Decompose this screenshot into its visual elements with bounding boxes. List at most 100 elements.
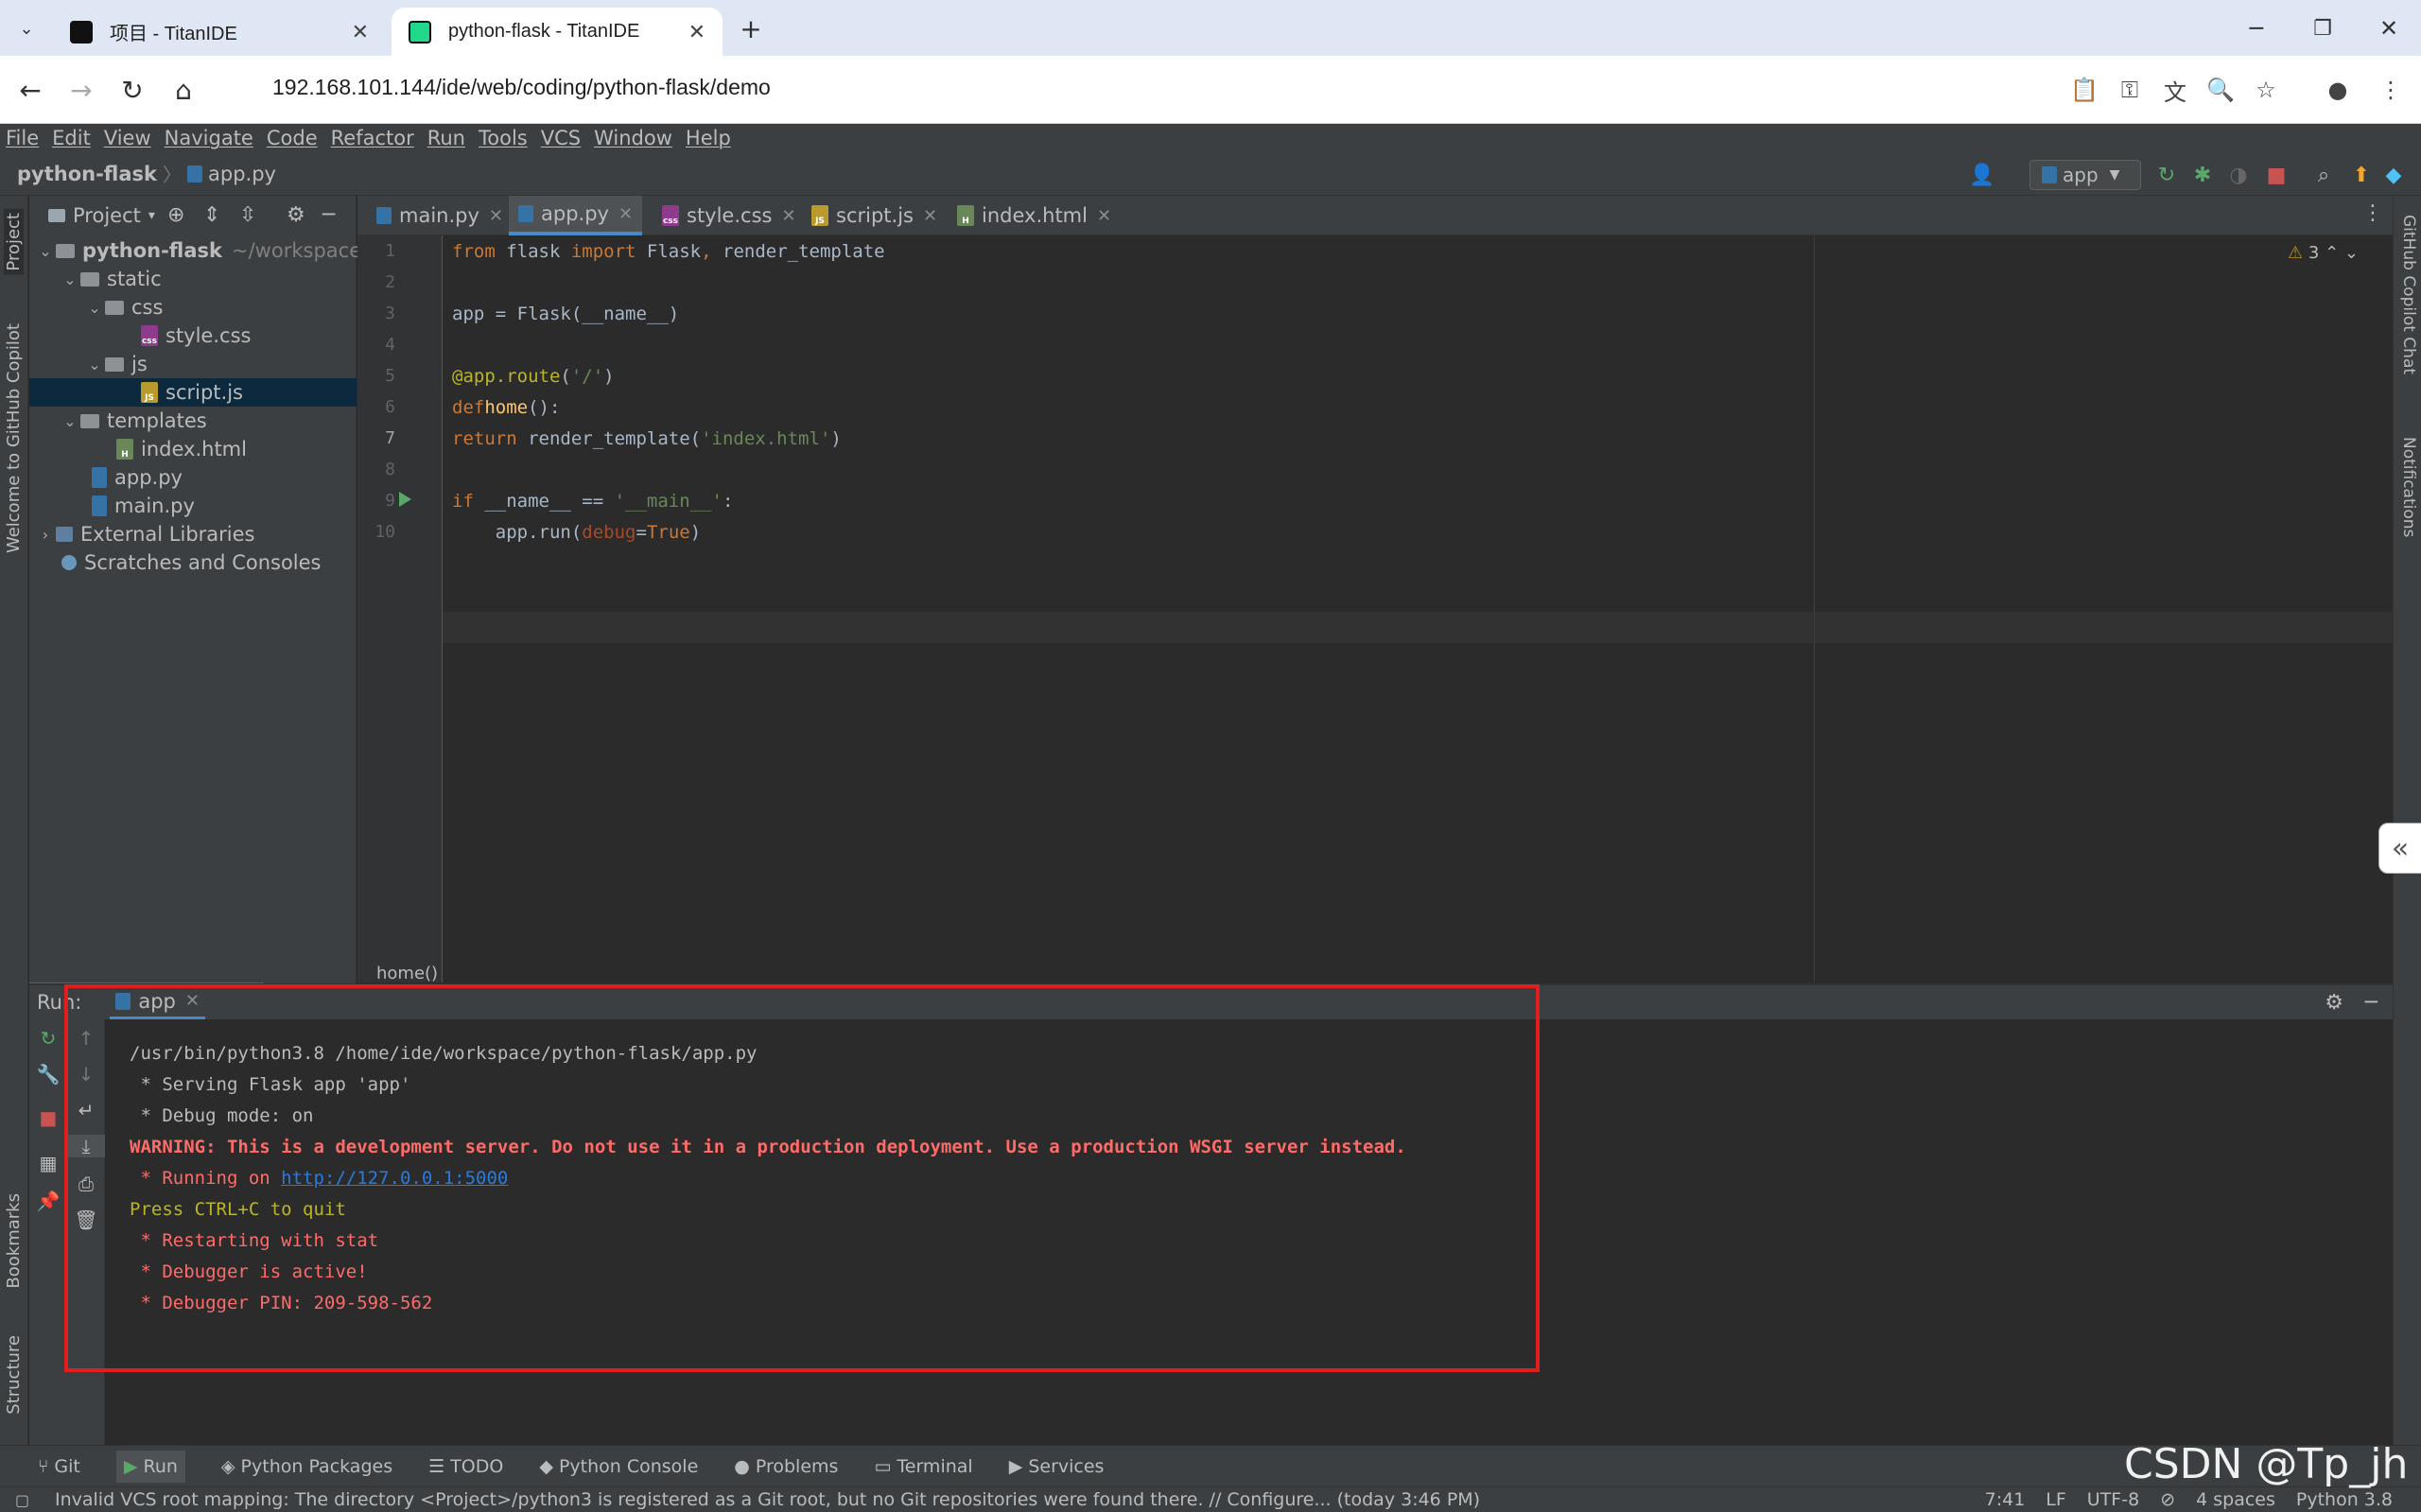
tool-tab-todo[interactable]: ☰ TODO xyxy=(428,1456,503,1477)
wrench-icon[interactable]: 🔧 xyxy=(29,1063,67,1086)
breadcrumb-project[interactable]: python-flask xyxy=(17,163,157,185)
locate-file-icon[interactable]: ⊕ xyxy=(167,203,184,227)
breadcrumb-file[interactable]: app.py xyxy=(208,163,276,185)
zoom-icon[interactable]: 🔍 xyxy=(2200,69,2241,111)
tree-item-style-css[interactable]: css style.css xyxy=(29,322,357,350)
rerun-icon[interactable]: ↻ xyxy=(2151,159,2183,191)
tree-item-scratches[interactable]: Scratches and Consoles xyxy=(29,548,357,577)
tree-item-templates[interactable]: ⌄ templates xyxy=(29,407,357,435)
tool-tab-problems[interactable]: ● Problems xyxy=(734,1456,838,1477)
tab-style-css[interactable]: css style.css ✕ xyxy=(653,196,806,235)
close-icon[interactable]: ✕ xyxy=(688,20,705,44)
password-key-icon[interactable]: ⚿ xyxy=(2109,69,2151,111)
tree-item-script-js[interactable]: JS script.js xyxy=(29,378,357,407)
code-breadcrumb[interactable]: home() xyxy=(376,964,438,983)
chevron-up-icon[interactable]: ⌃ xyxy=(2325,243,2339,263)
forward-arrow-icon[interactable]: → xyxy=(61,69,102,111)
chevron-down-icon[interactable]: ▾ xyxy=(148,208,155,223)
menu-file[interactable]: File xyxy=(6,127,39,149)
copilot-chat-tool-button[interactable]: GitHub Copilot Chat xyxy=(2399,215,2418,374)
tool-tab-python-console[interactable]: ◆ Python Console xyxy=(539,1456,698,1477)
gear-icon[interactable]: ⚙ xyxy=(287,203,305,227)
tab-script-js[interactable]: JS script.js ✕ xyxy=(802,196,947,235)
menu-help[interactable]: Help xyxy=(686,127,731,149)
line-separator[interactable]: LF xyxy=(2046,1489,2066,1510)
bookmark-star-icon[interactable]: ☆ xyxy=(2245,69,2287,111)
tree-item-project-root[interactable]: ⌄ python-flask ~/workspace xyxy=(29,236,361,265)
tool-tab-python-packages[interactable]: ◈ Python Packages xyxy=(221,1456,392,1477)
menu-navigate[interactable]: Navigate xyxy=(165,127,253,149)
home-icon[interactable]: ⌂ xyxy=(163,69,204,111)
run-configuration-select[interactable]: app ▼ xyxy=(2029,160,2141,190)
back-arrow-icon[interactable]: ← xyxy=(9,69,51,111)
menu-edit[interactable]: Edit xyxy=(52,127,91,149)
expand-all-icon[interactable]: ⇕ xyxy=(203,203,220,227)
bookmarks-tool-button[interactable]: Bookmarks xyxy=(4,1193,24,1289)
menu-refactor[interactable]: Refactor xyxy=(331,127,414,149)
user-icon[interactable]: 👤 xyxy=(1963,159,2001,191)
close-icon[interactable]: ✕ xyxy=(489,206,503,226)
tree-item-main-py[interactable]: main.py xyxy=(29,492,357,520)
caret-position[interactable]: 7:41 xyxy=(1985,1489,2026,1510)
rerun-icon[interactable]: ↻ xyxy=(29,1027,67,1050)
tree-item-css[interactable]: ⌄ css xyxy=(29,293,357,322)
readonly-lock-icon[interactable]: ⊘ xyxy=(2160,1489,2175,1510)
restore-window-icon[interactable]: ❐ xyxy=(2302,8,2343,49)
structure-tool-button[interactable]: Structure xyxy=(4,1335,24,1415)
tool-tab-git[interactable]: ⑂ Git xyxy=(38,1456,80,1477)
profile-avatar-icon[interactable]: ● xyxy=(2317,69,2359,111)
status-window-icon[interactable]: ▢ xyxy=(15,1491,29,1509)
update-icon[interactable]: ⬆ xyxy=(2345,159,2377,191)
menu-tools[interactable]: Tools xyxy=(479,127,528,149)
tab-main-py[interactable]: main.py ✕ xyxy=(367,196,513,235)
reload-icon[interactable]: ↻ xyxy=(112,69,153,111)
tab-index-html[interactable]: H index.html ✕ xyxy=(948,196,1121,235)
indent-setting[interactable]: 4 spaces xyxy=(2196,1489,2275,1510)
site-info-icon[interactable] xyxy=(225,69,253,111)
stop-icon[interactable]: ■ xyxy=(29,1106,67,1129)
tree-item-app-py[interactable]: app.py xyxy=(29,463,357,492)
hide-panel-icon[interactable]: ─ xyxy=(322,203,335,227)
menu-vcs[interactable]: VCS xyxy=(541,127,581,149)
run-gutter-icon[interactable] xyxy=(399,492,411,507)
tab-search-chevron-icon[interactable]: ⌄ xyxy=(6,8,47,49)
notifications-tool-button[interactable]: Notifications xyxy=(2399,437,2418,537)
browser-menu-icon[interactable]: ⋮ xyxy=(2370,69,2412,111)
collapse-double-chevron-icon[interactable]: « xyxy=(2378,823,2421,874)
tree-item-js[interactable]: ⌄ js xyxy=(29,350,357,378)
project-panel-title[interactable]: Project xyxy=(73,204,141,227)
layout-icon[interactable]: ▦ xyxy=(29,1152,67,1174)
collapse-all-icon[interactable]: ⇳ xyxy=(239,203,256,227)
browser-tab-projects[interactable]: 项目 - TitanIDE ✕ xyxy=(53,8,386,56)
project-tool-button[interactable]: Project xyxy=(4,209,24,275)
tree-item-static[interactable]: ⌄ static xyxy=(29,265,357,293)
menu-view[interactable]: View xyxy=(104,127,151,149)
close-icon[interactable]: ✕ xyxy=(352,20,369,44)
gear-icon[interactable]: ⚙ xyxy=(2325,991,2343,1015)
new-tab-plus-icon[interactable]: + xyxy=(730,8,772,49)
tool-tab-services[interactable]: ▶ Services xyxy=(1009,1456,1105,1477)
minimize-window-icon[interactable]: ─ xyxy=(2236,8,2277,49)
close-icon[interactable]: ✕ xyxy=(781,206,795,226)
tree-item-external-libraries[interactable]: › External Libraries xyxy=(29,520,357,548)
debug-bug-icon[interactable]: ✱ xyxy=(2186,159,2219,191)
tree-item-index-html[interactable]: H index.html xyxy=(29,435,357,463)
status-message[interactable]: Invalid VCS root mapping: The directory … xyxy=(55,1489,1480,1510)
close-icon[interactable]: ✕ xyxy=(923,206,937,226)
clipboard-icon[interactable]: 📋 xyxy=(2064,69,2105,111)
python-interpreter[interactable]: Python 3.8 xyxy=(2296,1489,2393,1510)
pin-icon[interactable]: 📌 xyxy=(29,1190,67,1212)
url-field[interactable]: 192.168.101.144/ide/web/coding/python-fl… xyxy=(272,75,771,100)
close-window-icon[interactable]: ✕ xyxy=(2368,8,2410,49)
plugin-icon[interactable]: ◆ xyxy=(2377,159,2410,191)
warnings-indicator[interactable]: ⚠ 3 ⌃ ⌄ xyxy=(2288,243,2359,263)
tool-tab-run[interactable]: ▶ Run xyxy=(115,1450,185,1483)
translate-icon[interactable]: 文 xyxy=(2154,69,2196,111)
coverage-icon[interactable]: ◑ xyxy=(2222,159,2255,191)
tab-list-menu-icon[interactable]: ⋮ xyxy=(2362,201,2383,225)
menu-run[interactable]: Run xyxy=(427,127,465,149)
close-icon[interactable]: ✕ xyxy=(1097,206,1111,226)
menu-code[interactable]: Code xyxy=(267,127,318,149)
menu-window[interactable]: Window xyxy=(594,127,672,149)
tab-app-py[interactable]: app.py ✕ xyxy=(509,196,643,235)
